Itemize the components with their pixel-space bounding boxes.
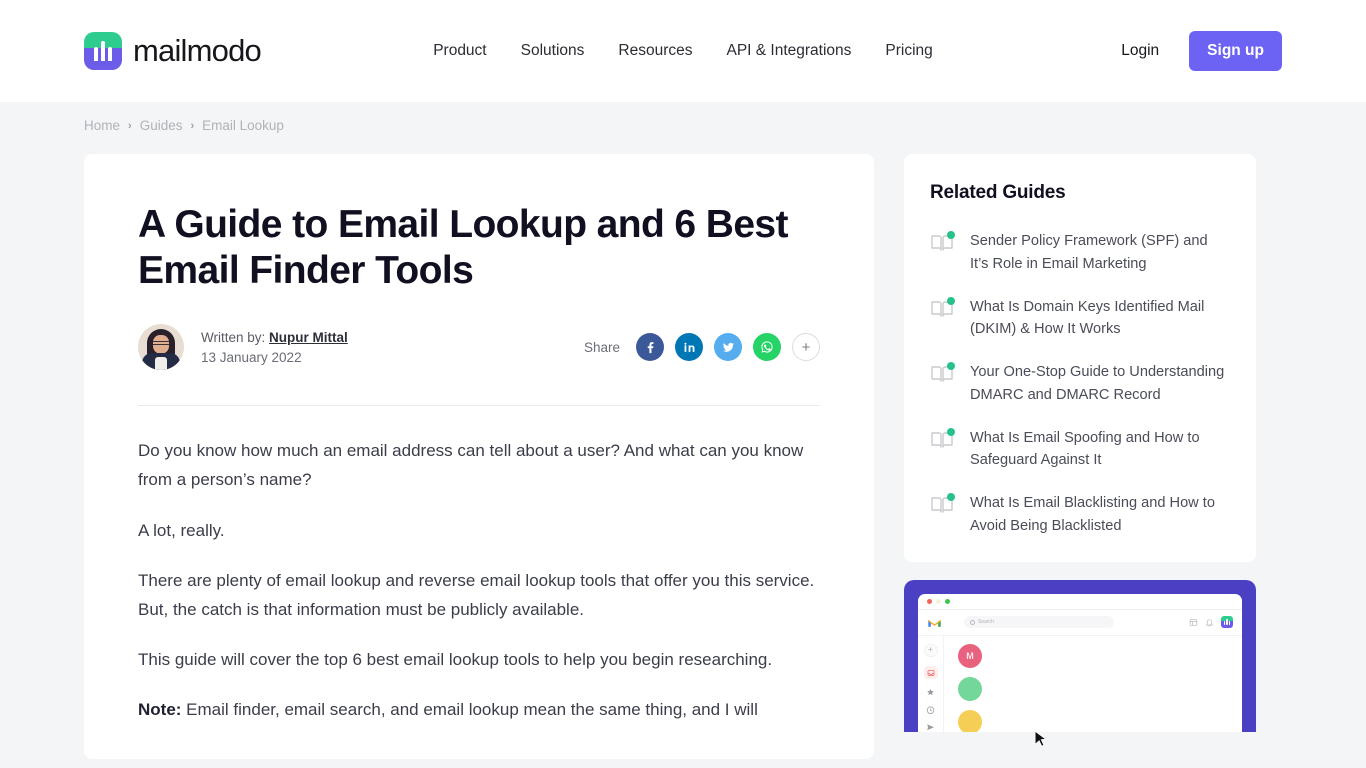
breadcrumb-separator-icon: › — [128, 119, 132, 132]
note-text: Email finder, email search, and email lo… — [181, 700, 758, 720]
book-icon — [930, 362, 955, 385]
related-guide-link[interactable]: What Is Email Spoofing and How to Safegu… — [970, 427, 1230, 473]
book-icon — [930, 296, 955, 320]
nav-item-api-integrations[interactable]: API & Integrations — [709, 34, 868, 68]
window-minimize-icon — [936, 598, 941, 604]
book-icon — [930, 231, 955, 254]
bell-icon[interactable] — [1205, 618, 1214, 627]
related-guide-link[interactable]: Sender Policy Framework (SPF) and It’s R… — [970, 230, 1230, 276]
status-badge — [947, 231, 955, 239]
author-avatar — [138, 324, 184, 371]
written-by: Written by: Nupur Mittal — [201, 330, 348, 345]
star-icon[interactable] — [926, 688, 935, 696]
written-by-label: Written by: — [201, 329, 266, 345]
mouse-cursor-icon — [1034, 730, 1048, 747]
avatar — [958, 676, 982, 701]
page-content: A Guide to Email Lookup and 6 Best Email… — [0, 133, 1366, 759]
breadcrumb-item-guides[interactable]: Guides — [140, 118, 183, 133]
avatar — [958, 709, 982, 732]
clock-icon[interactable] — [926, 706, 935, 714]
mailmodo-badge-icon[interactable] — [1221, 616, 1233, 629]
share-bar: Share + — [583, 333, 820, 362]
related-guides-card: Related Guides Sender Policy Framework (… — [904, 154, 1256, 562]
list-item[interactable] — [958, 709, 1232, 732]
avatar: M — [958, 643, 982, 668]
nav-item-resources[interactable]: Resources — [601, 34, 709, 68]
related-guide-item[interactable]: What Is Email Blacklisting and How to Av… — [930, 492, 1230, 538]
compose-plus-icon[interactable]: + — [923, 643, 938, 657]
inbox-icon[interactable] — [923, 665, 938, 680]
brand-name: mailmodo — [133, 33, 262, 68]
related-guide-item[interactable]: What Is Domain Keys Identified Mail (DKI… — [930, 296, 1230, 342]
note-label: Note: — [138, 700, 182, 720]
email-app-mockup: Search + M — [918, 593, 1242, 732]
list-item[interactable] — [958, 676, 1232, 701]
nav-item-pricing[interactable]: Pricing — [868, 34, 949, 68]
article-body: Do you know how much an email address ca… — [138, 436, 820, 725]
sidebar-rail: Related Guides Sender Policy Framework (… — [904, 154, 1256, 732]
share-more-icon[interactable]: + — [792, 333, 820, 362]
related-guide-link[interactable]: Your One-Stop Guide to Understanding DMA… — [970, 361, 1230, 407]
author-link[interactable]: Nupur Mittal — [269, 330, 348, 345]
breadcrumb: Home › Guides › Email Lookup — [0, 102, 1366, 133]
byline-divider — [138, 405, 820, 407]
related-guide-item[interactable]: Your One-Stop Guide to Understanding DMA… — [930, 361, 1230, 407]
brand-logo[interactable]: mailmodo — [84, 32, 262, 70]
book-icon — [930, 427, 955, 451]
facebook-icon[interactable] — [636, 333, 664, 362]
breadcrumb-separator-icon: › — [190, 119, 195, 132]
login-link[interactable]: Login — [1121, 42, 1159, 60]
status-badge — [947, 296, 955, 305]
status-badge — [947, 362, 955, 371]
list-item[interactable]: M — [958, 643, 1232, 668]
article-note: Note: Email finder, email search, and em… — [138, 695, 820, 724]
status-badge — [947, 427, 955, 436]
nav-item-solutions[interactable]: Solutions — [504, 34, 602, 68]
byline-text: Written by: Nupur Mittal 13 January 2022 — [201, 330, 348, 365]
related-guide-link[interactable]: What Is Domain Keys Identified Mail (DKI… — [970, 296, 1230, 342]
promo-card[interactable]: Search + M — [904, 579, 1256, 732]
search-input[interactable]: Search — [964, 616, 1114, 629]
article-card: A Guide to Email Lookup and 6 Best Email… — [84, 154, 874, 759]
twitter-icon[interactable] — [714, 333, 742, 362]
article-paragraph: This guide will cover the top 6 best ema… — [138, 650, 773, 670]
grid-icon[interactable] — [1189, 618, 1198, 627]
publish-date: 13 January 2022 — [201, 349, 302, 365]
article-paragraph: A lot, really. — [138, 520, 225, 540]
whatsapp-icon[interactable] — [753, 333, 781, 362]
gmail-logo-icon — [928, 619, 941, 627]
mockup-tool-icons — [1189, 616, 1233, 629]
article-byline: Written by: Nupur Mittal 13 January 2022… — [138, 324, 820, 371]
mockup-toolbar: Search — [918, 610, 1242, 636]
book-icon — [930, 493, 955, 516]
related-guide-link[interactable]: What Is Email Blacklisting and How to Av… — [970, 492, 1230, 538]
mailmodo-logo-icon — [84, 32, 122, 70]
article-paragraph: Do you know how much an email address ca… — [138, 441, 804, 490]
header-actions: Login Sign up — [1121, 31, 1282, 71]
breadcrumb-item-home[interactable]: Home — [84, 118, 120, 133]
mockup-sidebar: + — [918, 635, 944, 732]
share-label: Share — [583, 339, 620, 355]
related-guide-item[interactable]: Sender Policy Framework (SPF) and It’s R… — [930, 230, 1230, 276]
search-placeholder: Search — [978, 619, 994, 626]
related-guides-title: Related Guides — [930, 182, 1066, 203]
linkedin-icon[interactable] — [675, 333, 703, 362]
main-navigation: Product Solutions Resources API & Integr… — [416, 34, 950, 68]
nav-item-product[interactable]: Product — [416, 34, 503, 68]
related-guide-item[interactable]: What Is Email Spoofing and How to Safegu… — [930, 427, 1230, 473]
window-close-icon — [927, 598, 932, 604]
site-header: mailmodo Product Solutions Resources API… — [0, 0, 1366, 102]
mockup-email-list: M — [944, 636, 1242, 732]
page-title: A Guide to Email Lookup and 6 Best Email… — [138, 203, 789, 293]
mockup-body: + M — [918, 635, 1242, 732]
signup-button[interactable]: Sign up — [1189, 31, 1282, 71]
breadcrumb-item-current: Email Lookup — [202, 118, 284, 133]
window-maximize-icon — [945, 598, 950, 604]
send-icon[interactable] — [926, 723, 935, 731]
search-icon — [970, 619, 975, 625]
article-paragraph: There are plenty of email lookup and rev… — [138, 570, 815, 619]
mockup-titlebar — [918, 594, 1242, 610]
